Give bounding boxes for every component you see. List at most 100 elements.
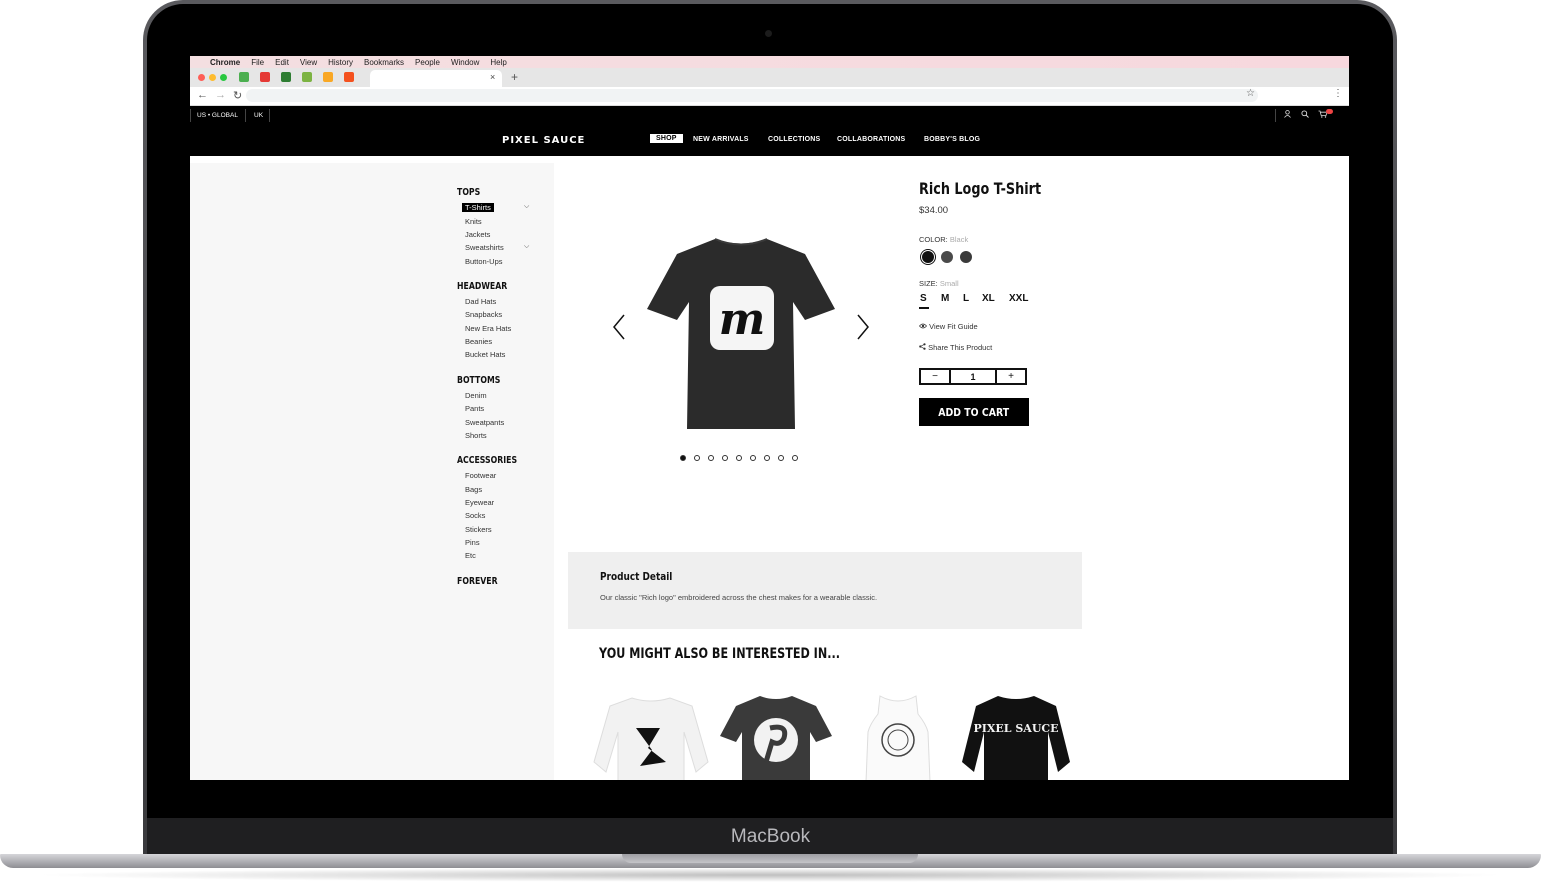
category-accessories[interactable]: ACCESSORIES bbox=[457, 455, 517, 466]
recommended-product-1[interactable] bbox=[592, 692, 710, 780]
sidebar-item-jackets[interactable]: Jackets bbox=[465, 230, 490, 239]
sidebar-item-new-era-hats[interactable]: New Era Hats bbox=[465, 324, 511, 333]
product-logo-letter: m bbox=[719, 294, 766, 345]
new-tab-button[interactable]: + bbox=[511, 70, 518, 84]
sidebar-item-beanies[interactable]: Beanies bbox=[465, 337, 492, 346]
zoom-window-button[interactable] bbox=[220, 74, 227, 81]
site-logo[interactable]: PIXEL SAUCE bbox=[502, 135, 585, 146]
sidebar-item-shorts[interactable]: Shorts bbox=[465, 431, 487, 440]
reload-icon[interactable]: ↻ bbox=[233, 89, 242, 102]
nav-new-arrivals[interactable]: NEW ARRIVALS bbox=[693, 136, 749, 143]
color-swatch-charcoal[interactable] bbox=[941, 251, 953, 263]
size-option-xl[interactable]: XL bbox=[982, 293, 995, 304]
account-icon[interactable] bbox=[1284, 110, 1291, 120]
size-option-l[interactable]: L bbox=[963, 293, 969, 304]
site-utility-bar: US • GLOBAL UK bbox=[190, 106, 1349, 125]
color-swatch-dark-grey[interactable] bbox=[960, 251, 972, 263]
menu-view[interactable]: View bbox=[300, 58, 317, 67]
pinned-tab-tag-icon[interactable] bbox=[239, 72, 249, 82]
sidebar-item-pins[interactable]: Pins bbox=[465, 538, 480, 547]
gallery-dot[interactable] bbox=[778, 455, 784, 461]
gallery-dot[interactable] bbox=[680, 455, 686, 461]
active-tab[interactable] bbox=[370, 70, 502, 87]
pinned-tab-youtube-icon[interactable] bbox=[260, 72, 270, 82]
nav-collaborations[interactable]: COLLABORATIONS bbox=[837, 136, 905, 143]
sidebar-item-bags[interactable]: Bags bbox=[465, 485, 482, 494]
chevron-down-icon[interactable]: ⌵ bbox=[524, 203, 529, 211]
category-bottoms[interactable]: BOTTOMS bbox=[457, 375, 500, 386]
region-us-global[interactable]: US • GLOBAL bbox=[197, 106, 238, 125]
menu-edit[interactable]: Edit bbox=[275, 58, 289, 67]
minimize-window-button[interactable] bbox=[209, 74, 216, 81]
menu-history[interactable]: History bbox=[328, 58, 353, 67]
nav-bobbys-blog[interactable]: BOBBY'S BLOG bbox=[924, 136, 980, 143]
forward-icon[interactable]: → bbox=[215, 89, 226, 101]
gallery-dot[interactable] bbox=[694, 455, 700, 461]
menu-help[interactable]: Help bbox=[490, 58, 506, 67]
sidebar-item-eyewear[interactable]: Eyewear bbox=[465, 498, 494, 507]
sidebar-item-sweatpants[interactable]: Sweatpants bbox=[465, 418, 504, 427]
pinned-tab-sheet-icon[interactable] bbox=[281, 72, 291, 82]
share-product-link[interactable]: Share This Product bbox=[919, 343, 992, 352]
size-option-xxl[interactable]: XXL bbox=[1009, 293, 1028, 304]
category-headwear[interactable]: HEADWEAR bbox=[457, 281, 507, 292]
menu-window[interactable]: Window bbox=[451, 58, 479, 67]
laptop-shadow bbox=[30, 868, 1511, 882]
view-fit-guide-link[interactable]: View Fit Guide bbox=[918, 322, 978, 331]
tab-close-icon[interactable]: × bbox=[490, 72, 495, 82]
pinned-tab-analytics-icon[interactable] bbox=[323, 72, 333, 82]
sidebar-item-stickers[interactable]: Stickers bbox=[465, 525, 492, 534]
quantity-input[interactable]: 1 bbox=[949, 370, 997, 383]
menu-bookmarks[interactable]: Bookmarks bbox=[364, 58, 404, 67]
sidebar-item-t-shirts[interactable]: T-Shirts bbox=[462, 203, 494, 212]
gallery-dot[interactable] bbox=[764, 455, 770, 461]
product-image[interactable]: m bbox=[645, 234, 837, 437]
size-selected-underline bbox=[919, 307, 929, 309]
bookmark-star-icon[interactable]: ☆ bbox=[1246, 88, 1255, 99]
address-bar[interactable] bbox=[246, 89, 1258, 102]
sidebar-item-denim[interactable]: Denim bbox=[465, 391, 487, 400]
quantity-plus-button[interactable]: + bbox=[997, 370, 1025, 383]
back-icon[interactable]: ← bbox=[197, 89, 208, 101]
sidebar-item-button-ups[interactable]: Button-Ups bbox=[465, 257, 503, 266]
menu-app-name[interactable]: Chrome bbox=[210, 58, 240, 67]
chevron-down-icon[interactable]: ⌵ bbox=[524, 243, 529, 251]
recommended-product-4[interactable]: PIXEL SAUCE bbox=[960, 692, 1072, 780]
quantity-minus-button[interactable]: − bbox=[921, 370, 949, 383]
sidebar-item-dad-hats[interactable]: Dad Hats bbox=[465, 297, 496, 306]
size-option-m[interactable]: M bbox=[941, 293, 949, 304]
gallery-prev-arrow[interactable] bbox=[612, 314, 626, 346]
sidebar-item-footwear[interactable]: Footwear bbox=[465, 471, 496, 480]
sidebar-item-socks[interactable]: Socks bbox=[465, 511, 485, 520]
nav-collections[interactable]: COLLECTIONS bbox=[768, 136, 820, 143]
recommended-product-2[interactable] bbox=[718, 692, 834, 780]
sidebar-item-knits[interactable]: Knits bbox=[465, 217, 482, 226]
recommended-product-3[interactable] bbox=[858, 692, 938, 780]
sidebar-item-snapbacks[interactable]: Snapbacks bbox=[465, 310, 502, 319]
pinned-tab-grid-icon[interactable] bbox=[344, 72, 354, 82]
menu-file[interactable]: File bbox=[251, 58, 264, 67]
add-to-cart-button[interactable]: ADD TO CART bbox=[919, 398, 1029, 426]
gallery-dot[interactable] bbox=[736, 455, 742, 461]
sidebar-item-bucket-hats[interactable]: Bucket Hats bbox=[465, 350, 505, 359]
sidebar-item-pants[interactable]: Pants bbox=[465, 404, 484, 413]
product-title: Rich Logo T-Shirt bbox=[919, 179, 1042, 198]
sidebar-item-etc[interactable]: Etc bbox=[465, 551, 476, 560]
browser-menu-icon[interactable]: ⋮ bbox=[1333, 88, 1343, 99]
category-forever[interactable]: FOREVER bbox=[457, 576, 498, 587]
gallery-dot[interactable] bbox=[708, 455, 714, 461]
gallery-dot[interactable] bbox=[750, 455, 756, 461]
nav-shop[interactable]: SHOP bbox=[650, 134, 683, 143]
color-swatch-black[interactable] bbox=[922, 251, 934, 263]
category-tops[interactable]: TOPS bbox=[457, 187, 480, 198]
pinned-tab-shop-icon[interactable] bbox=[302, 72, 312, 82]
gallery-dot[interactable] bbox=[722, 455, 728, 461]
menu-people[interactable]: People bbox=[415, 58, 440, 67]
gallery-next-arrow[interactable] bbox=[856, 314, 870, 346]
gallery-dot[interactable] bbox=[792, 455, 798, 461]
search-icon[interactable] bbox=[1301, 110, 1309, 120]
size-option-s[interactable]: S bbox=[920, 293, 927, 304]
close-window-button[interactable] bbox=[198, 74, 205, 81]
region-uk[interactable]: UK bbox=[254, 106, 263, 125]
sidebar-item-sweatshirts[interactable]: Sweatshirts bbox=[465, 243, 504, 252]
